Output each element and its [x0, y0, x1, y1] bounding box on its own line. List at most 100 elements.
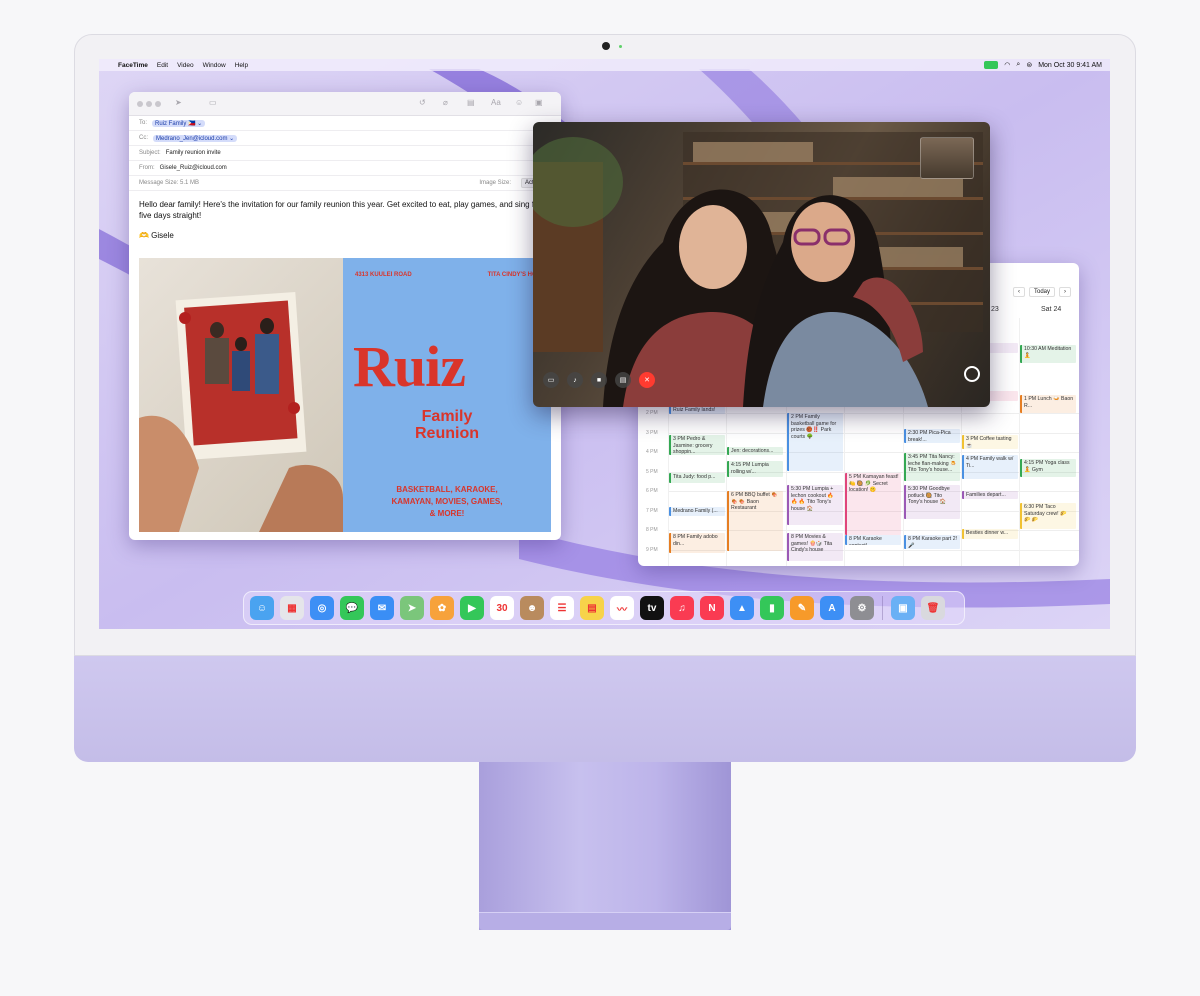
calendar-event[interactable]: 3 PM Pedro & Jasmine: grocery shoppin... [669, 435, 725, 455]
calendar-event[interactable]: 2 PM Family basketball game for prizes 🏀… [787, 413, 843, 471]
screen-share-icon[interactable]: ▤ [615, 372, 631, 388]
messages-icon[interactable]: 💬 [340, 596, 364, 620]
menu-video[interactable]: Video [177, 62, 194, 69]
menu-edit[interactable]: Edit [157, 62, 168, 69]
subject-field[interactable]: Subject: Family reunion invite [129, 146, 561, 161]
from-value[interactable]: Gisele_Ruiz@icloud.com [160, 165, 227, 171]
numbers-icon[interactable]: ▮ [760, 596, 784, 620]
app-store-icon[interactable]: A [820, 596, 844, 620]
wifi-icon[interactable]: ◠ [1004, 61, 1010, 69]
calendar-event[interactable]: 5:30 PM Goodbye potluck 🥘 Tito Tony's ho… [904, 485, 960, 519]
sidebar-icon[interactable]: ▭ [543, 372, 559, 388]
pages-icon[interactable]: ✎ [790, 596, 814, 620]
search-icon[interactable]: ⌕ [1016, 61, 1020, 69]
calendar-event[interactable]: 8 PM Karaoke contest!... [845, 535, 901, 545]
calendar-event[interactable]: 8 PM Karaoke part 2! 🎤 [904, 535, 960, 549]
next-icon[interactable]: › [1059, 287, 1071, 297]
clock[interactable]: Mon Oct 30 9:41 AM [1038, 62, 1102, 69]
trash-icon[interactable]: 🗑 [921, 596, 945, 620]
hour-label: 6 PM [646, 488, 658, 494]
from-field[interactable]: From: Gisele_Ruiz@icloud.com [129, 161, 561, 176]
calendar-event[interactable]: 6:30 PM Taco Saturday crew! 🌮 🌮 🌮 [1020, 503, 1076, 529]
music-icon[interactable]: ♫ [670, 596, 694, 620]
menu-help[interactable]: Help [235, 62, 248, 69]
tv-icon[interactable]: tv [640, 596, 664, 620]
calendar-event[interactable]: Ruiz Family lands! [669, 406, 725, 414]
news-icon[interactable]: N [700, 596, 724, 620]
contacts-icon[interactable]: ☻ [520, 596, 544, 620]
mail-body[interactable]: Hello dear family! Here's the invitation… [129, 191, 561, 241]
menu-app-name[interactable]: FaceTime [118, 62, 148, 69]
calendar-event[interactable]: Families depart... [962, 491, 1018, 499]
safari-icon[interactable]: ◎ [310, 596, 334, 620]
calendar-event[interactable]: Jen: decorations... [727, 447, 783, 455]
camera-indicator-icon [619, 45, 622, 48]
minimize-icon[interactable] [146, 101, 152, 107]
reply-icon[interactable]: ↺ [419, 98, 426, 107]
microphone-icon[interactable]: ♪ [567, 372, 583, 388]
freeform-icon[interactable]: 〰 [610, 596, 634, 620]
calendar-event[interactable]: 6 PM BBQ buffet 🍖 🍖 🍖 Baon Restaurant [727, 491, 783, 551]
notes-icon[interactable]: ▤ [580, 596, 604, 620]
facetime-status-icon[interactable] [984, 61, 999, 69]
cc-recipient[interactable]: Medrano_Jen@icloud.com ⌄ [153, 134, 238, 142]
mail-toolbar: ➤ ▭ ↺ ⌀ ▤ Aa ☺ ▣ [129, 92, 561, 116]
calendar-event[interactable]: 8 PM Family adobo din... [669, 533, 725, 553]
keynote-icon[interactable]: ▲ [730, 596, 754, 620]
photo-browser-icon[interactable]: ▣ [535, 98, 543, 107]
font-icon[interactable]: Aa [491, 98, 501, 107]
calendar-event[interactable]: Medrano Family (... [669, 507, 725, 516]
end-call-icon[interactable]: ✕ [639, 372, 655, 388]
day-header-23: 23 [991, 306, 999, 313]
photos-icon[interactable]: ✿ [430, 596, 454, 620]
send-icon[interactable]: ➤ [175, 98, 182, 107]
hour-label: 2 PM [646, 410, 658, 416]
emoji-icon[interactable]: ☺ [515, 98, 523, 107]
previous-icon[interactable]: ‹ [1012, 287, 1025, 297]
downloads-icon[interactable]: ▣ [891, 596, 915, 620]
today-button[interactable]: Today [1028, 287, 1055, 297]
calendar-event[interactable]: 5:30 PM Lumpia + lechon cookout 🔥 🔥 🔥 Ti… [787, 485, 843, 525]
screen: FaceTime Edit Video Window Help ◠ ⌕ ⊜ Mo… [99, 59, 1110, 629]
calendar-event[interactable]: 4:15 PM Yoga class 🧘 Gym [1020, 459, 1076, 477]
calendar-event[interactable]: 3 PM Coffee tasting ☕ [962, 435, 1018, 449]
calendar-icon[interactable]: 30 [490, 596, 514, 620]
maps-icon[interactable]: ➤ [400, 596, 424, 620]
calendar-event[interactable]: 10:30 AM Meditation 🧘 [1020, 345, 1076, 363]
attachment-icon[interactable]: ⌀ [443, 98, 448, 107]
calendar-event[interactable]: Tita Judy: food p... [669, 473, 725, 483]
calendar-event[interactable]: 8 PM Movies & games! 🍿🎲 Tita Cindy's hou… [787, 533, 843, 561]
control-center-icon[interactable]: ⊜ [1026, 61, 1032, 69]
to-recipient[interactable]: Ruiz Family 🇵🇭 ⌄ [152, 119, 206, 127]
facetime-controls: ▭ ♪ ■ ▤ ✕ [543, 372, 655, 388]
facetime-icon[interactable]: ▶ [460, 596, 484, 620]
header-fields-icon[interactable]: ▭ [209, 98, 217, 107]
hour-label: 7 PM [646, 507, 658, 514]
menu-window[interactable]: Window [203, 62, 226, 69]
format-icon[interactable]: ▤ [467, 98, 475, 107]
zoom-icon[interactable] [155, 101, 161, 107]
mail-signature: 🫶 Gisele [139, 231, 174, 240]
calendar-event[interactable]: 5 PM Kamayan feast! 🍋 🥘 🥬 Secret locatio… [845, 473, 901, 535]
self-view[interactable] [920, 137, 974, 179]
to-field[interactable]: To: Ruiz Family 🇵🇭 ⌄ [129, 116, 561, 131]
mail-icon[interactable]: ✉ [370, 596, 394, 620]
calendar-event[interactable]: 4 PM Family walk w/ Ti... [962, 455, 1018, 479]
finder-icon[interactable]: ☺ [250, 596, 274, 620]
system-settings-icon[interactable]: ⚙ [850, 596, 874, 620]
size-row: Message Size: 5.1 MB Image Size: Actual … [129, 176, 561, 191]
calendar-event[interactable]: 2:30 PM Pica-Pica break!... [904, 429, 960, 443]
video-camera-icon[interactable]: ■ [591, 372, 607, 388]
hour-line [668, 432, 1079, 434]
calendar-event[interactable]: 4:15 PM Lumpia rolling w/... [727, 461, 783, 477]
live-photo-shutter-icon[interactable] [964, 366, 980, 382]
cc-field[interactable]: Cc: Medrano_Jen@icloud.com ⌄ [129, 131, 561, 146]
calendar-event[interactable]: 3:45 PM Tita Nancy: leche flan-making 🍮 … [904, 453, 960, 481]
reminders-icon[interactable]: ☰ [550, 596, 574, 620]
day-header-sat-24: Sat 24 [1041, 306, 1062, 313]
calendar-event[interactable]: Besties dinner w... [962, 529, 1018, 539]
calendar-event[interactable]: 1 PM Lunch 🍛 Baon R... [1020, 395, 1076, 413]
close-icon[interactable] [137, 101, 143, 107]
subject-value[interactable]: Family reunion invite [166, 150, 221, 156]
launchpad-icon[interactable]: ▦ [280, 596, 304, 620]
